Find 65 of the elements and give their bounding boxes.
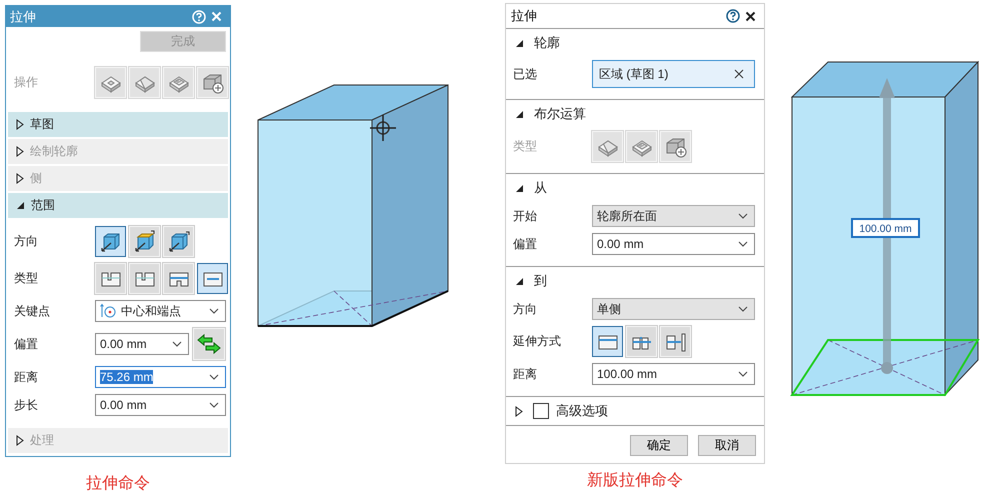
chevron-icon <box>172 341 182 347</box>
dimension-label[interactable]: 100.00 mm <box>851 218 920 238</box>
section-header[interactable]: 轮廓 <box>506 29 764 57</box>
field-label: 偏置 <box>14 336 39 352</box>
field-label: 方向 <box>513 300 538 318</box>
field-label: 操作 <box>14 74 39 91</box>
section-header[interactable]: 到 <box>506 267 764 295</box>
section-header[interactable]: 高级选项 <box>506 397 764 425</box>
collapse-icon[interactable] <box>515 276 524 286</box>
collapse-icon[interactable] <box>515 110 524 118</box>
crosshair-icon <box>369 114 397 142</box>
collapse-icon[interactable] <box>16 201 25 210</box>
expand-icon[interactable] <box>16 119 24 130</box>
section-header[interactable]: 布尔运算 <box>506 100 764 128</box>
dialog-title: 拉伸 <box>10 8 37 26</box>
field-label: 类型 <box>14 270 39 287</box>
chevron-icon <box>209 308 219 314</box>
swap-button[interactable] <box>193 328 225 360</box>
field-label: 偏置 <box>513 236 538 252</box>
collapse-icon[interactable] <box>515 184 524 192</box>
checkbox[interactable] <box>533 403 549 419</box>
close-icon[interactable] <box>745 10 756 22</box>
field-label: 开始 <box>513 208 538 224</box>
chevron-icon <box>209 402 219 408</box>
dropdown[interactable]: 75.26 mm <box>95 366 226 388</box>
section-header[interactable]: 范围 <box>8 193 228 218</box>
section-header[interactable]: 从 <box>506 174 764 202</box>
point-icon <box>100 303 116 319</box>
dropdown[interactable]: 单侧 <box>592 298 755 320</box>
field-label: 关键点 <box>14 302 51 320</box>
ok-button[interactable]: 确定 <box>630 435 688 456</box>
field-label: 距离 <box>14 368 39 386</box>
chevron-icon <box>738 213 748 219</box>
selection-field[interactable]: 区域 (草图 1) <box>592 60 755 88</box>
expand-icon[interactable] <box>515 406 523 416</box>
chevron-icon <box>208 374 219 380</box>
cancel-button[interactable]: 取消 <box>698 435 756 456</box>
help-icon[interactable] <box>726 9 740 23</box>
dropdown[interactable]: 0.00 mm <box>592 233 755 255</box>
caption: 拉伸命令 <box>86 473 150 494</box>
dropdown[interactable]: 100.00 mm <box>592 363 755 385</box>
extent-button[interactable] <box>592 326 623 357</box>
collapse-icon[interactable] <box>515 38 524 48</box>
swap-arrows-icon <box>196 333 222 355</box>
dropdown[interactable]: 轮廓所在面 <box>592 205 755 227</box>
clear-icon[interactable] <box>734 69 744 79</box>
cube-icon <box>132 230 156 254</box>
field-label: 步长 <box>14 396 39 414</box>
chevron-icon <box>738 306 748 312</box>
chevron-icon <box>738 241 748 247</box>
field-label: 延伸方式 <box>513 333 562 350</box>
section-header[interactable]: 草图 <box>8 112 228 137</box>
dropdown[interactable]: 中心和端点 <box>95 300 226 322</box>
caption: 新版拉伸命令 <box>587 470 683 491</box>
dropdown[interactable]: 0.00 mm <box>95 394 226 416</box>
chevron-icon <box>738 371 748 377</box>
field-label: 距离 <box>513 366 538 382</box>
cube-icon <box>166 230 190 254</box>
dialog-title: 拉伸 <box>511 7 538 25</box>
dropdown[interactable]: 0.00 mm <box>95 333 189 355</box>
field-label: 已选 <box>513 66 538 82</box>
cube-button[interactable] <box>95 226 126 257</box>
field-label: 方向 <box>14 233 39 250</box>
field-label: 类型 <box>513 138 538 155</box>
extent-button[interactable] <box>197 263 228 294</box>
